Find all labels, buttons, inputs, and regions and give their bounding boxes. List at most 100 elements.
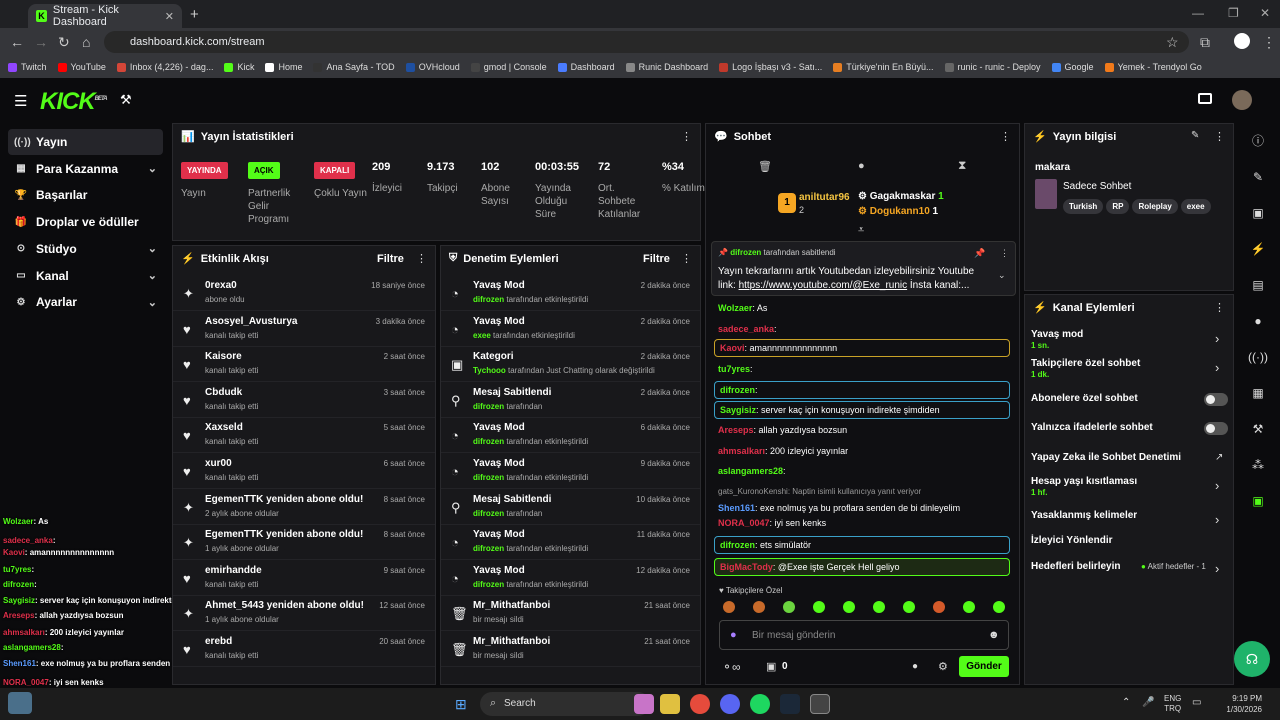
chat-username[interactable]: Areseps bbox=[718, 425, 754, 435]
maximize-icon[interactable]: ❐ bbox=[1228, 6, 1239, 20]
chevron-right-icon[interactable]: › bbox=[1215, 561, 1219, 576]
toggle-switch[interactable] bbox=[1204, 422, 1228, 435]
emote-icon[interactable] bbox=[723, 601, 735, 613]
action-label[interactable]: İzleyici Yönlendir bbox=[1031, 535, 1113, 546]
chat-username[interactable]: tu7yres bbox=[718, 364, 750, 374]
gift-icon[interactable]: ▣ bbox=[766, 660, 776, 673]
reload-icon[interactable]: ↻ bbox=[58, 34, 70, 51]
bookmark-item[interactable]: Home bbox=[265, 62, 302, 72]
chat-username[interactable]: Kaovi bbox=[720, 343, 745, 353]
bookmark-item[interactable]: Inbox (4,226) - dag... bbox=[116, 62, 213, 72]
bookmark-item[interactable]: Dashboard bbox=[557, 62, 615, 72]
chat-more-icon[interactable]: ⋮ bbox=[1000, 130, 1011, 143]
close-window-icon[interactable]: ✕ bbox=[1260, 6, 1270, 20]
bookmark-item[interactable]: Runic Dashboard bbox=[625, 62, 708, 72]
chat-message[interactable]: aslangamers28: bbox=[718, 466, 786, 476]
action-label[interactable]: Yalnızca ifadelerle sohbet bbox=[1031, 422, 1153, 433]
taskbar-search[interactable]: ⌕ Search bbox=[480, 692, 650, 716]
chat-username[interactable]: ahmsalkarı bbox=[718, 446, 765, 456]
edit-icon[interactable]: ✎ bbox=[1238, 162, 1278, 192]
chat-message[interactable]: sadece_anka: bbox=[718, 324, 777, 334]
chevron-right-icon[interactable]: › bbox=[1215, 331, 1219, 346]
notes-icon[interactable]: ▤ bbox=[1238, 270, 1278, 300]
chat-mode-icon[interactable]: ● bbox=[858, 160, 865, 172]
emote-icon[interactable] bbox=[813, 601, 825, 613]
info-icon[interactable]: ⓘ bbox=[1238, 126, 1278, 156]
back-icon[interactable]: ← bbox=[10, 34, 24, 50]
activity-row[interactable]: ♥ emirhandde kanalı takip etti 9 saat önce bbox=[173, 561, 435, 596]
moderation-row[interactable]: ◔ Yavaş Mod difrozen tarafından etkinleşti… bbox=[441, 418, 700, 454]
actions-more-icon[interactable]: ⋮ bbox=[1214, 301, 1225, 314]
steam-icon[interactable] bbox=[780, 694, 800, 714]
chat-username[interactable]: difrozen bbox=[720, 385, 755, 395]
moderation-row[interactable]: ▣ Kategori Tychooo tarafından Just Chattin… bbox=[441, 347, 700, 383]
file-explorer-icon[interactable] bbox=[660, 694, 680, 714]
kick-logo[interactable]: KICKBETA bbox=[40, 88, 108, 116]
chat-username[interactable]: Wolzaer bbox=[718, 303, 752, 313]
chat-message[interactable]: Areseps: allah yazdıysa bozsun bbox=[718, 425, 847, 435]
moderation-row[interactable]: ⚲ Mesaj Sabitlendi difrozen tarafından 10 d… bbox=[441, 490, 700, 525]
discord-icon[interactable] bbox=[720, 694, 740, 714]
chevron-right-icon[interactable]: › bbox=[1215, 512, 1219, 527]
app-icon[interactable]: ▣ bbox=[1238, 486, 1278, 516]
chat-username[interactable]: aslangamers28 bbox=[718, 466, 783, 476]
chat-input[interactable]: ● Bir mesaj gönderin ☻ bbox=[719, 620, 1009, 650]
emoji-icon[interactable]: ☻ bbox=[988, 629, 1000, 641]
bookmark-item[interactable]: Yemek - Trendyol Go bbox=[1104, 62, 1202, 72]
chat-username[interactable]: Shen161 bbox=[718, 503, 755, 513]
creator-tools-icon[interactable] bbox=[1198, 93, 1212, 104]
action-label[interactable]: Hedefleri belirleyin bbox=[1031, 561, 1120, 572]
profile-icon[interactable] bbox=[1234, 33, 1250, 49]
forward-icon[interactable]: → bbox=[34, 34, 48, 50]
help-chat-icon[interactable]: ☊ bbox=[1234, 641, 1270, 677]
activity-more-icon[interactable]: ⋮ bbox=[416, 252, 427, 265]
chevron-right-icon[interactable]: › bbox=[1215, 360, 1219, 375]
widget-icon[interactable] bbox=[8, 692, 32, 714]
mic-icon[interactable]: ● bbox=[730, 629, 737, 641]
bookmark-item[interactable]: Ana Sayfa - TOD bbox=[313, 62, 395, 72]
bookmark-item[interactable]: Twitch bbox=[8, 62, 47, 72]
hammer-icon[interactable]: ⚒ bbox=[120, 92, 132, 108]
obs-icon[interactable] bbox=[810, 694, 830, 714]
bookmark-item[interactable]: OVHcloud bbox=[405, 62, 460, 72]
bookmark-item[interactable]: gmod | Console bbox=[470, 62, 547, 72]
chat-message[interactable]: Shen161: exe nolmuş ya bu proflara sende… bbox=[718, 503, 960, 513]
bolt-icon[interactable]: ⚡ bbox=[1238, 234, 1278, 264]
network-icon[interactable]: ▭ bbox=[1192, 697, 1201, 708]
sidebar-item[interactable]: ⚙ Ayarlar ⌄ bbox=[8, 289, 163, 315]
emote-icon[interactable] bbox=[933, 601, 945, 613]
layout-icon[interactable]: ▦ bbox=[1238, 378, 1278, 408]
moderation-row[interactable]: ◔ Yavaş Mod difrozen tarafından etkinleşti… bbox=[441, 454, 700, 489]
send-button[interactable]: Gönder bbox=[959, 656, 1009, 677]
emote-icon[interactable] bbox=[783, 601, 795, 613]
category-name[interactable]: Sadece Sohbet bbox=[1063, 181, 1131, 192]
broadcast-icon[interactable]: ((·)) bbox=[1238, 342, 1278, 372]
moderation-more-icon[interactable]: ⋮ bbox=[681, 252, 692, 265]
chat-message[interactable]: difrozen: ets simülatör bbox=[714, 536, 1010, 554]
language-indicator[interactable]: ENG TRQ bbox=[1164, 694, 1181, 714]
pinned-link[interactable]: https://www.youtube.com/@Exe_runic bbox=[739, 280, 908, 291]
moderation-row[interactable]: ◔ Yavaş Mod exee tarafından etkinleştirild… bbox=[441, 312, 700, 347]
action-label[interactable]: Takipçilere özel sohbet bbox=[1031, 358, 1140, 369]
chrome-icon[interactable] bbox=[690, 694, 710, 714]
chevron-right-icon[interactable]: › bbox=[1215, 478, 1219, 493]
info-more-icon[interactable]: ⋮ bbox=[1214, 130, 1225, 143]
moderation-row[interactable]: ◔ Yavaş Mod difrozen tarafından etkinleşti… bbox=[441, 276, 700, 311]
spotify-icon[interactable] bbox=[750, 694, 770, 714]
emote-icon[interactable] bbox=[843, 601, 855, 613]
moderation-row[interactable]: 🗑 Mr_Mithatfanboi bir mesajı sildi 21 saat… bbox=[441, 596, 700, 632]
tag-pill[interactable]: RP bbox=[1106, 199, 1130, 214]
edit-icon[interactable]: ✎ bbox=[1191, 130, 1199, 141]
close-tab-icon[interactable]: ✕ bbox=[165, 10, 174, 23]
hamburger-menu-icon[interactable]: ☰ bbox=[14, 92, 27, 110]
chat-icon-bottom[interactable]: ● bbox=[912, 661, 918, 672]
activity-row[interactable]: ✦ EgemenTTK yeniden abone oldu! 1 aylık ab… bbox=[173, 525, 435, 561]
minimize-icon[interactable]: — bbox=[1192, 6, 1204, 20]
tools-icon[interactable]: ⚒ bbox=[1238, 414, 1278, 444]
moderation-filter-button[interactable]: Filtre bbox=[643, 253, 670, 265]
home-icon[interactable]: ⌂ bbox=[82, 34, 90, 50]
emote-icon[interactable] bbox=[963, 601, 975, 613]
external-link-icon[interactable]: ↗ bbox=[1215, 452, 1223, 463]
action-label[interactable]: Hesap yaşı kısıtlaması bbox=[1031, 476, 1137, 487]
chat-message[interactable]: tu7yres: bbox=[718, 364, 753, 374]
